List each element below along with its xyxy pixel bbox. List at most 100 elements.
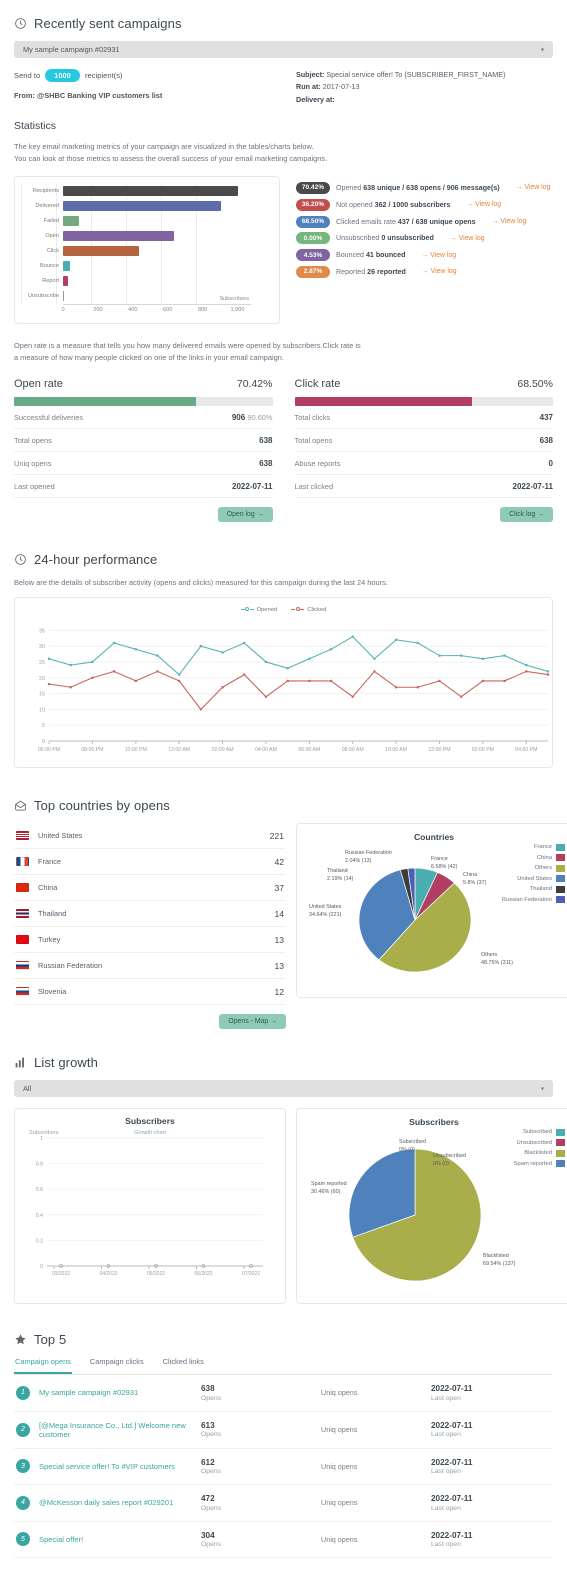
bar: [63, 231, 175, 242]
country-name: United States: [38, 831, 83, 841]
view-log-link[interactable]: → View log: [422, 268, 457, 275]
campaign-link[interactable]: Special service offer! To #VIP customers: [39, 1462, 201, 1471]
from-label: From:: [14, 91, 35, 100]
pie-label: Thailand 2.19% (14): [327, 868, 354, 882]
growth-chart-subtitle: Growth chart: [133, 1130, 167, 1137]
rate-key: Total opens: [14, 436, 52, 445]
rate-value: 906 90.60%: [231, 413, 273, 422]
bar-xtick: 200: [93, 306, 103, 313]
line-ytick: 25: [39, 660, 45, 666]
chevron-down-icon: ▾: [540, 1086, 544, 1093]
country-opens: 14: [274, 908, 284, 919]
rate-value: 2022-07-11: [232, 482, 273, 491]
date-cell: 2022-07-11 Last open: [431, 1457, 473, 1476]
campaign-link[interactable]: My sample campaign #02931: [39, 1388, 201, 1397]
open-log-button[interactable]: Open log →: [217, 507, 273, 522]
line-ytick: 35: [39, 629, 45, 635]
legend-item: Clicked: [291, 606, 326, 613]
country-opens: 37: [274, 882, 284, 893]
tab-campaign-clicks[interactable]: Campaign clicks: [89, 1357, 145, 1374]
flag-icon-th: [16, 909, 29, 919]
campaign-link[interactable]: [@Mega Insurance Co., Ltd.] Welcome new …: [39, 1421, 201, 1439]
growth-xtick: 07/2022: [242, 1271, 260, 1277]
bar-xtick: 800: [197, 306, 208, 313]
statistic-text: Bounced 41 bounced: [336, 251, 406, 260]
opens-map-button[interactable]: Opens - Map →: [219, 1014, 286, 1030]
statistic-row: 68.50% Clicked emails rate 437 / 638 uniq…: [296, 213, 553, 230]
country-row: Russian Federation 13: [14, 953, 286, 980]
country-row: United States 221: [14, 823, 286, 850]
country-row: Turkey 13: [14, 927, 286, 954]
line-ytick: 15: [39, 692, 45, 698]
bar: [63, 246, 140, 257]
country-name: Slovenia: [38, 987, 67, 997]
pie-label: France 6.58% (42): [431, 856, 458, 870]
view-log-link[interactable]: → View log: [516, 184, 551, 191]
pie-label: Russian Federation 2.04% (13): [345, 850, 392, 864]
growth-ytick: 0: [40, 1264, 43, 1270]
click-rate-pct: 68.50%: [517, 378, 553, 390]
separator-dot: ·: [457, 201, 460, 208]
from-value: @SHBC Banking VIP customers list: [37, 91, 163, 100]
campaign-link[interactable]: @McKesson daily sales report #029201: [39, 1498, 201, 1507]
rank-badge: 2: [16, 1422, 30, 1437]
statistic-row: 0.00% Unsubscribed 0 unsubscribed · → View …: [296, 230, 553, 247]
statistic-text: Clicked emails rate 437 / 638 unique ope…: [336, 217, 476, 226]
top5-title: Top 5: [34, 1332, 67, 1348]
line-xtick: 12:00 AM: [168, 747, 190, 753]
open-rate-panel: Open rate 70.42% Successful deliveries 90…: [14, 378, 273, 522]
rate-panels: Open rate 70.42% Successful deliveries 90…: [14, 378, 553, 522]
country-name: China: [38, 883, 58, 893]
pie-label: Blacklisted 69.54% (137): [483, 1253, 516, 1267]
rate-value: 2022-07-11: [512, 482, 553, 491]
view-log-link[interactable]: → View log: [421, 252, 456, 259]
performance-title: 24-hour performance: [34, 552, 158, 567]
campaign-select[interactable]: My sample campaign #02931 ▾: [14, 41, 553, 58]
statistic-percent-badge: 70.42%: [296, 181, 330, 194]
line-xtick: 12:00 PM: [428, 747, 450, 753]
country-opens: 13: [274, 934, 284, 945]
list-growth-select[interactable]: All ▾: [14, 1080, 553, 1098]
rank-badge: 4: [16, 1495, 30, 1510]
delivery-at-label: Delivery at:: [296, 94, 335, 104]
countries-title: Top countries by opens: [34, 798, 170, 814]
date-cell: 2022-07-11 Last open: [431, 1494, 473, 1512]
campaign-link[interactable]: Special offer!: [39, 1535, 201, 1544]
line-xtick: 08:00 PM: [81, 747, 103, 753]
rank-badge: 5: [16, 1532, 30, 1547]
pie-label: Subscribed 0% (0): [399, 1139, 426, 1153]
bar-label: Bounce: [40, 263, 59, 270]
line-xtick: 06:00 PM: [38, 747, 60, 753]
pie-label: Unsubscribed 0% (0): [433, 1153, 466, 1167]
click-rate-row: Total opens 638: [294, 429, 553, 452]
countries-header: Top countries by opens: [14, 798, 553, 813]
country-row: China 37: [14, 875, 286, 902]
tab-campaign-opens[interactable]: Campaign opens: [14, 1357, 72, 1375]
bar-label: Recipients: [32, 188, 59, 195]
table-row: 4 @McKesson daily sales report #029201 472…: [14, 1485, 553, 1522]
open-rate-row: Last opened 2022-07-11: [14, 475, 273, 498]
bar-row: Report: [42, 274, 251, 289]
view-log-link[interactable]: → View log: [466, 201, 501, 208]
view-log-link[interactable]: → View log: [450, 235, 485, 242]
envelope-open-icon: [14, 799, 27, 812]
click-log-button[interactable]: Click log →: [500, 507, 553, 522]
bar-xtick: 600: [163, 306, 173, 313]
rate-key: Total clicks: [294, 413, 331, 422]
recipient-count-badge: 1000: [45, 69, 80, 82]
flag-icon-us: [16, 831, 29, 841]
campaign-summary: Send to 1000 recipient(s) From: @SHBC Ba…: [14, 69, 553, 106]
statistic-row: 36.20% Not opened 362 / 1000 subscribers ·…: [296, 196, 553, 213]
send-to-suffix: recipient(s): [84, 71, 123, 80]
pie-label: Others 48.75% (311): [481, 952, 513, 966]
opens-cell: 472 Opens: [201, 1494, 222, 1512]
statistic-row: 2.87% Reported 26 reported · → View log: [296, 264, 553, 281]
growth-ytick: 0.4: [36, 1213, 43, 1219]
opens-cell: 612 Opens: [201, 1457, 222, 1476]
metric-cell: Uniq opens: [321, 1534, 358, 1544]
view-log-link[interactable]: → View log: [492, 218, 527, 225]
tab-clicked-links[interactable]: Clicked links: [162, 1357, 205, 1374]
country-name: Thailand: [38, 909, 67, 919]
statistics-desc-line1: The key email marketing metrics of your …: [14, 142, 314, 152]
date-cell: 2022-07-11 Last open: [431, 1384, 473, 1402]
